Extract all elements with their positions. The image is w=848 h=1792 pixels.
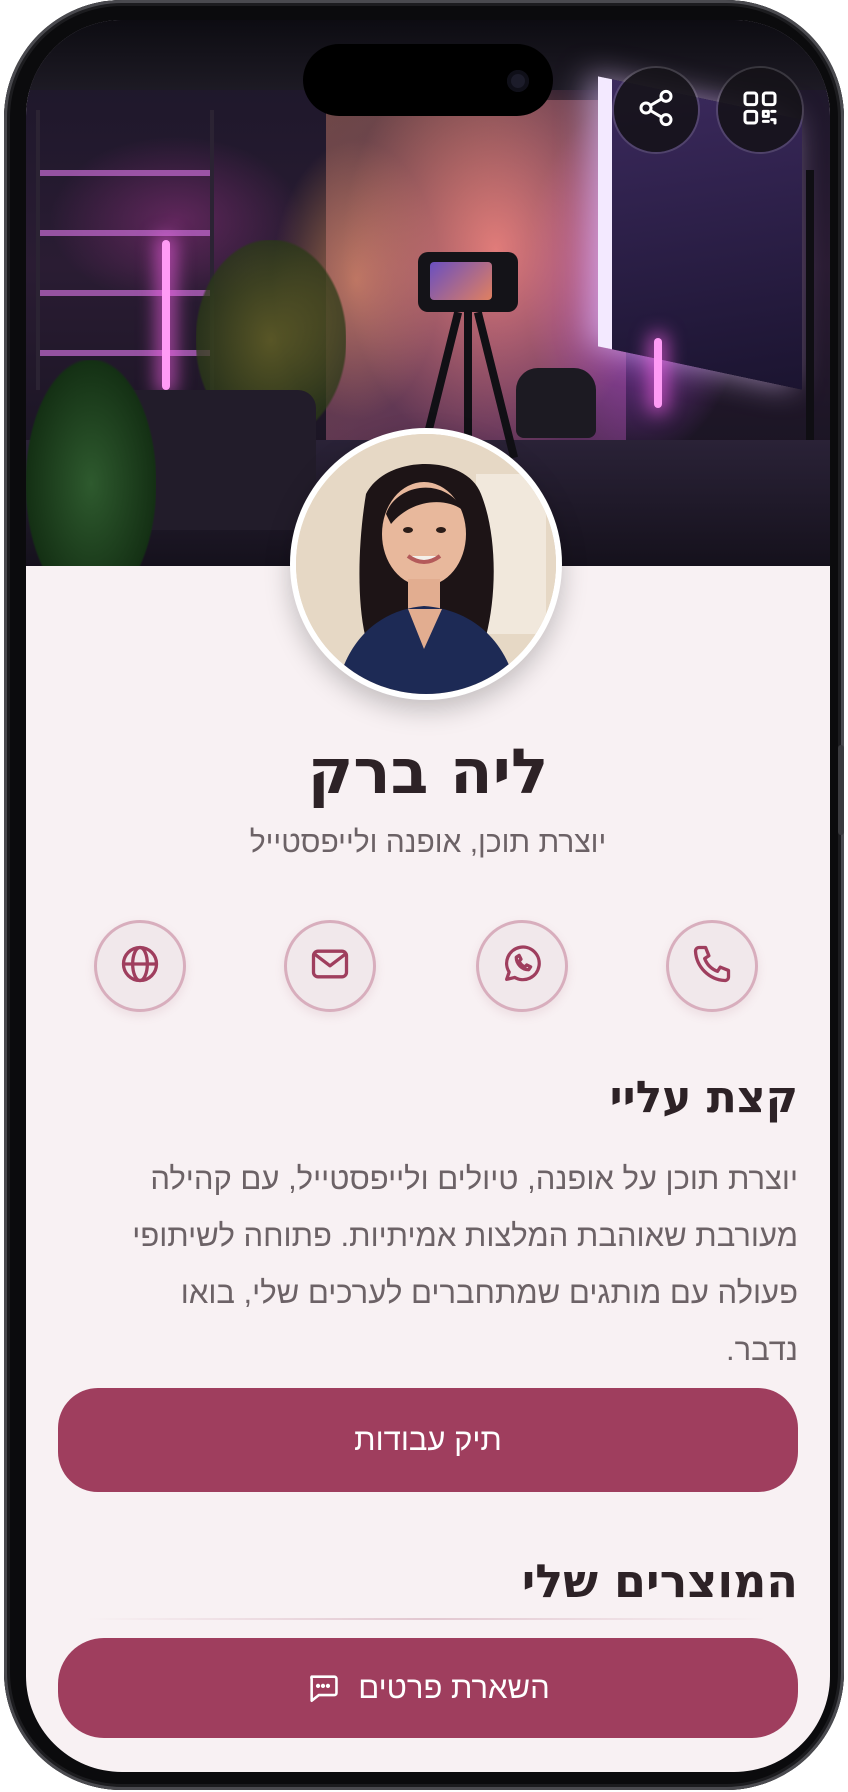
whatsapp-button[interactable] bbox=[476, 920, 568, 1012]
dynamic-island bbox=[303, 44, 553, 116]
whatsapp-icon bbox=[499, 941, 545, 991]
products-title: המוצרים שלי bbox=[521, 1554, 798, 1608]
portfolio-button[interactable]: תיק עבודות bbox=[58, 1388, 798, 1492]
portfolio-button-label: תיק עבודות bbox=[354, 1422, 502, 1457]
about-text: יוצרת תוכן על אופנה, טיולים ולייפסטייל, … bbox=[132, 1161, 798, 1367]
phone-icon bbox=[690, 942, 734, 990]
avatar bbox=[290, 428, 562, 700]
phone-button[interactable] bbox=[666, 920, 758, 1012]
profile-name: ליה ברק bbox=[307, 735, 549, 808]
profile-subtitle: יוצרת תוכן, אופנה ולייפסטייל bbox=[249, 826, 607, 859]
leave-details-button[interactable]: השארת פרטים bbox=[58, 1638, 798, 1738]
products-divider bbox=[86, 1618, 766, 1620]
share-button[interactable] bbox=[614, 68, 698, 152]
chat-bubble-icon bbox=[306, 1671, 340, 1705]
phone-frame: ליה ברק יוצרת תוכן, אופנה ולייפסטייל קצת… bbox=[4, 0, 844, 1790]
mail-icon bbox=[308, 942, 352, 990]
website-button[interactable] bbox=[94, 920, 186, 1012]
globe-icon bbox=[118, 942, 162, 990]
screen: ליה ברק יוצרת תוכן, אופנה ולייפסטייל קצת… bbox=[26, 20, 830, 1772]
email-button[interactable] bbox=[284, 920, 376, 1012]
about-title: קצת עליי bbox=[609, 1072, 798, 1123]
share-icon bbox=[636, 88, 676, 132]
side-button bbox=[838, 745, 844, 835]
leave-details-label: השארת פרטים bbox=[358, 1670, 550, 1705]
qr-code-icon bbox=[740, 88, 780, 132]
qr-code-button[interactable] bbox=[718, 68, 802, 152]
